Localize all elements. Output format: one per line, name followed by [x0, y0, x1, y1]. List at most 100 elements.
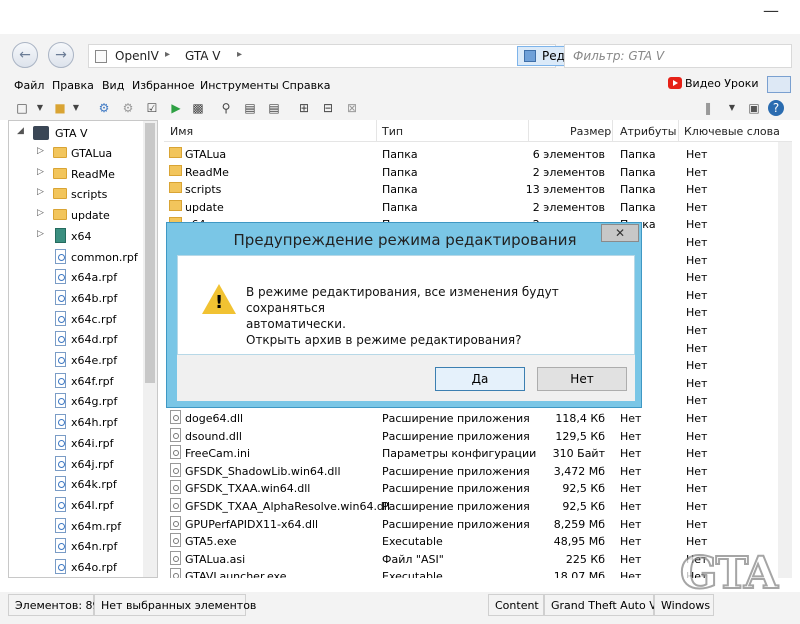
rpf-file-icon [55, 372, 66, 388]
table-row[interactable]: scripts Папка 13 элементов Папка Нет [164, 180, 792, 198]
no-button[interactable]: Нет [537, 367, 627, 391]
table-row[interactable]: GTALua Папка 6 элементов Папка Нет [164, 145, 792, 163]
cell-name: GFSDK_ShadowLib.win64.dll [185, 464, 341, 478]
tree-item[interactable]: x64o.rpf [9, 557, 145, 577]
export-icon[interactable]: ⊟ [320, 100, 336, 116]
tree-item[interactable]: x64l.rpf [9, 495, 145, 515]
tree-root[interactable]: ◢ GTA V [9, 123, 145, 143]
tree-item[interactable]: x64d.rpf [9, 329, 145, 349]
open-dropdown-icon[interactable]: ▼ [68, 100, 84, 116]
settings-icon[interactable]: ⚙ [96, 100, 112, 116]
tree-item[interactable]: ▷ GTALua [9, 143, 145, 163]
tree-item[interactable]: x64e.rpf [9, 350, 145, 370]
new-dropdown-icon[interactable]: ▼ [32, 100, 48, 116]
expand-right-icon[interactable]: ▷ [37, 229, 44, 239]
table-row[interactable]: GPUPerfAPIDX11-x64.dll Расширение приложе… [164, 515, 792, 533]
cell-attributes: Нет [620, 464, 642, 478]
breadcrumb-openiv[interactable]: OpenIV [115, 49, 159, 63]
list-scrollbar[interactable] [778, 142, 792, 578]
tree-item[interactable]: x64m.rpf [9, 516, 145, 536]
tree-item[interactable]: ▷ x64 [9, 226, 145, 246]
expand-down-icon[interactable]: ◢ [17, 126, 24, 136]
tree-item[interactable]: x64c.rpf [9, 309, 145, 329]
expand-right-icon[interactable]: ▷ [37, 146, 44, 156]
table-row[interactable]: dsound.dll Расширение приложения 129,5 Кб Н… [164, 427, 792, 445]
table-row[interactable]: ReadMe Папка 2 элементов Папка Нет [164, 163, 792, 181]
dialog-close-button[interactable]: ✕ [601, 224, 639, 242]
tree-item[interactable]: ▷ update [9, 205, 145, 225]
forward-button[interactable]: → [48, 42, 74, 68]
gear-disabled-icon[interactable]: ⚙ [120, 100, 136, 116]
status-content[interactable]: Content [488, 594, 544, 616]
menu-help[interactable]: Справка [282, 79, 330, 92]
menu-view[interactable]: Вид [102, 79, 124, 92]
column-name[interactable]: Имя [170, 125, 193, 138]
tree-item[interactable]: ▷ ReadMe [9, 164, 145, 184]
rpf-file-icon [55, 414, 66, 430]
video-lessons-link[interactable]: Видео Уроки [668, 77, 759, 90]
tree-item[interactable]: x64i.rpf [9, 433, 145, 453]
table-row[interactable]: GFSDK_ShadowLib.win64.dll Расширение прил… [164, 462, 792, 480]
status-game[interactable]: Grand Theft Auto V [544, 594, 657, 616]
tree-scroll-thumb[interactable] [145, 123, 155, 383]
table-row[interactable]: GFSDK_TXAA_AlphaResolve.win64.dll Расшире… [164, 497, 792, 515]
column-divider[interactable] [612, 120, 613, 142]
document-icon[interactable]: ▤ [242, 100, 258, 116]
replace-icon[interactable]: ⊠ [344, 100, 360, 116]
tree-scrollbar[interactable] [143, 121, 157, 577]
rpf-file-icon [55, 289, 66, 305]
view-icon[interactable]: ❚ [700, 100, 716, 116]
back-button[interactable]: ← [12, 42, 38, 68]
table-row[interactable]: FreeCam.ini Параметры конфигурации 310 Бай… [164, 444, 792, 462]
cell-type: Папка [382, 148, 418, 161]
file-icon [170, 568, 181, 578]
find-icon[interactable]: ⚲ [218, 100, 234, 116]
column-divider[interactable] [528, 120, 529, 142]
tree-item[interactable]: x64g.rpf [9, 391, 145, 411]
column-keywords[interactable]: Ключевые слова [684, 125, 780, 138]
warning-icon [202, 284, 236, 314]
tree-item[interactable]: x64j.rpf [9, 454, 145, 474]
table-row[interactable]: doge64.dll Расширение приложения 118,4 Кб Н… [164, 409, 792, 427]
column-size[interactable]: Размер [570, 125, 611, 138]
expand-right-icon[interactable]: ▷ [37, 208, 44, 218]
column-divider[interactable] [376, 120, 377, 142]
layout-icon[interactable]: ▣ [746, 100, 762, 116]
monitor-icon[interactable] [767, 76, 791, 93]
column-divider[interactable] [678, 120, 679, 142]
play-icon[interactable]: ▶ [168, 100, 184, 116]
status-selection: Нет выбранных элементов [94, 594, 256, 616]
yes-button[interactable]: Да [435, 367, 525, 391]
column-type[interactable]: Тип [382, 125, 403, 138]
filter-input[interactable]: Фильтр: GTA V [564, 44, 792, 68]
text-document-icon[interactable]: ▤ [266, 100, 282, 116]
tree-item[interactable]: common.rpf [9, 247, 145, 267]
new-icon[interactable]: □ [14, 100, 30, 116]
save-icon[interactable]: ▩ [190, 100, 206, 116]
help-icon[interactable]: ? [768, 100, 784, 116]
expand-right-icon[interactable]: ▷ [37, 187, 44, 197]
column-attributes[interactable]: Атрибуты [620, 125, 676, 138]
tree-item[interactable]: x64a.rpf [9, 267, 145, 287]
menu-tools[interactable]: Инструменты [200, 79, 279, 92]
tree-item[interactable]: x64n.rpf [9, 536, 145, 556]
tree-item[interactable]: x64b.rpf [9, 288, 145, 308]
tree-item[interactable]: x64h.rpf [9, 412, 145, 432]
open-folder-icon[interactable]: ■ [52, 100, 68, 116]
table-row[interactable]: GFSDK_TXAA.win64.dll Расширение приложени… [164, 479, 792, 497]
import-icon[interactable]: ⊞ [296, 100, 312, 116]
view-dropdown-icon[interactable]: ▼ [724, 100, 740, 116]
table-row[interactable]: update Папка 2 элементов Папка Нет [164, 198, 792, 216]
menu-edit[interactable]: Правка [52, 79, 94, 92]
checklist-icon[interactable]: ☑ [144, 100, 160, 116]
tree-item[interactable]: x64f.rpf [9, 371, 145, 391]
dialog-message: В режиме редактирования, все изменения б… [246, 284, 634, 348]
address-bar[interactable]: OpenIV ▸ GTA V ▸ Редактирование [88, 44, 647, 68]
tree-item[interactable]: x64k.rpf [9, 474, 145, 494]
breadcrumb-gtav[interactable]: GTA V [185, 49, 221, 63]
menu-file[interactable]: Файл [14, 79, 44, 92]
expand-right-icon[interactable]: ▷ [37, 167, 44, 177]
minimize-button[interactable]: — [742, 0, 800, 24]
tree-item[interactable]: ▷ scripts [9, 184, 145, 204]
menu-favorites[interactable]: Избранное [132, 79, 194, 92]
